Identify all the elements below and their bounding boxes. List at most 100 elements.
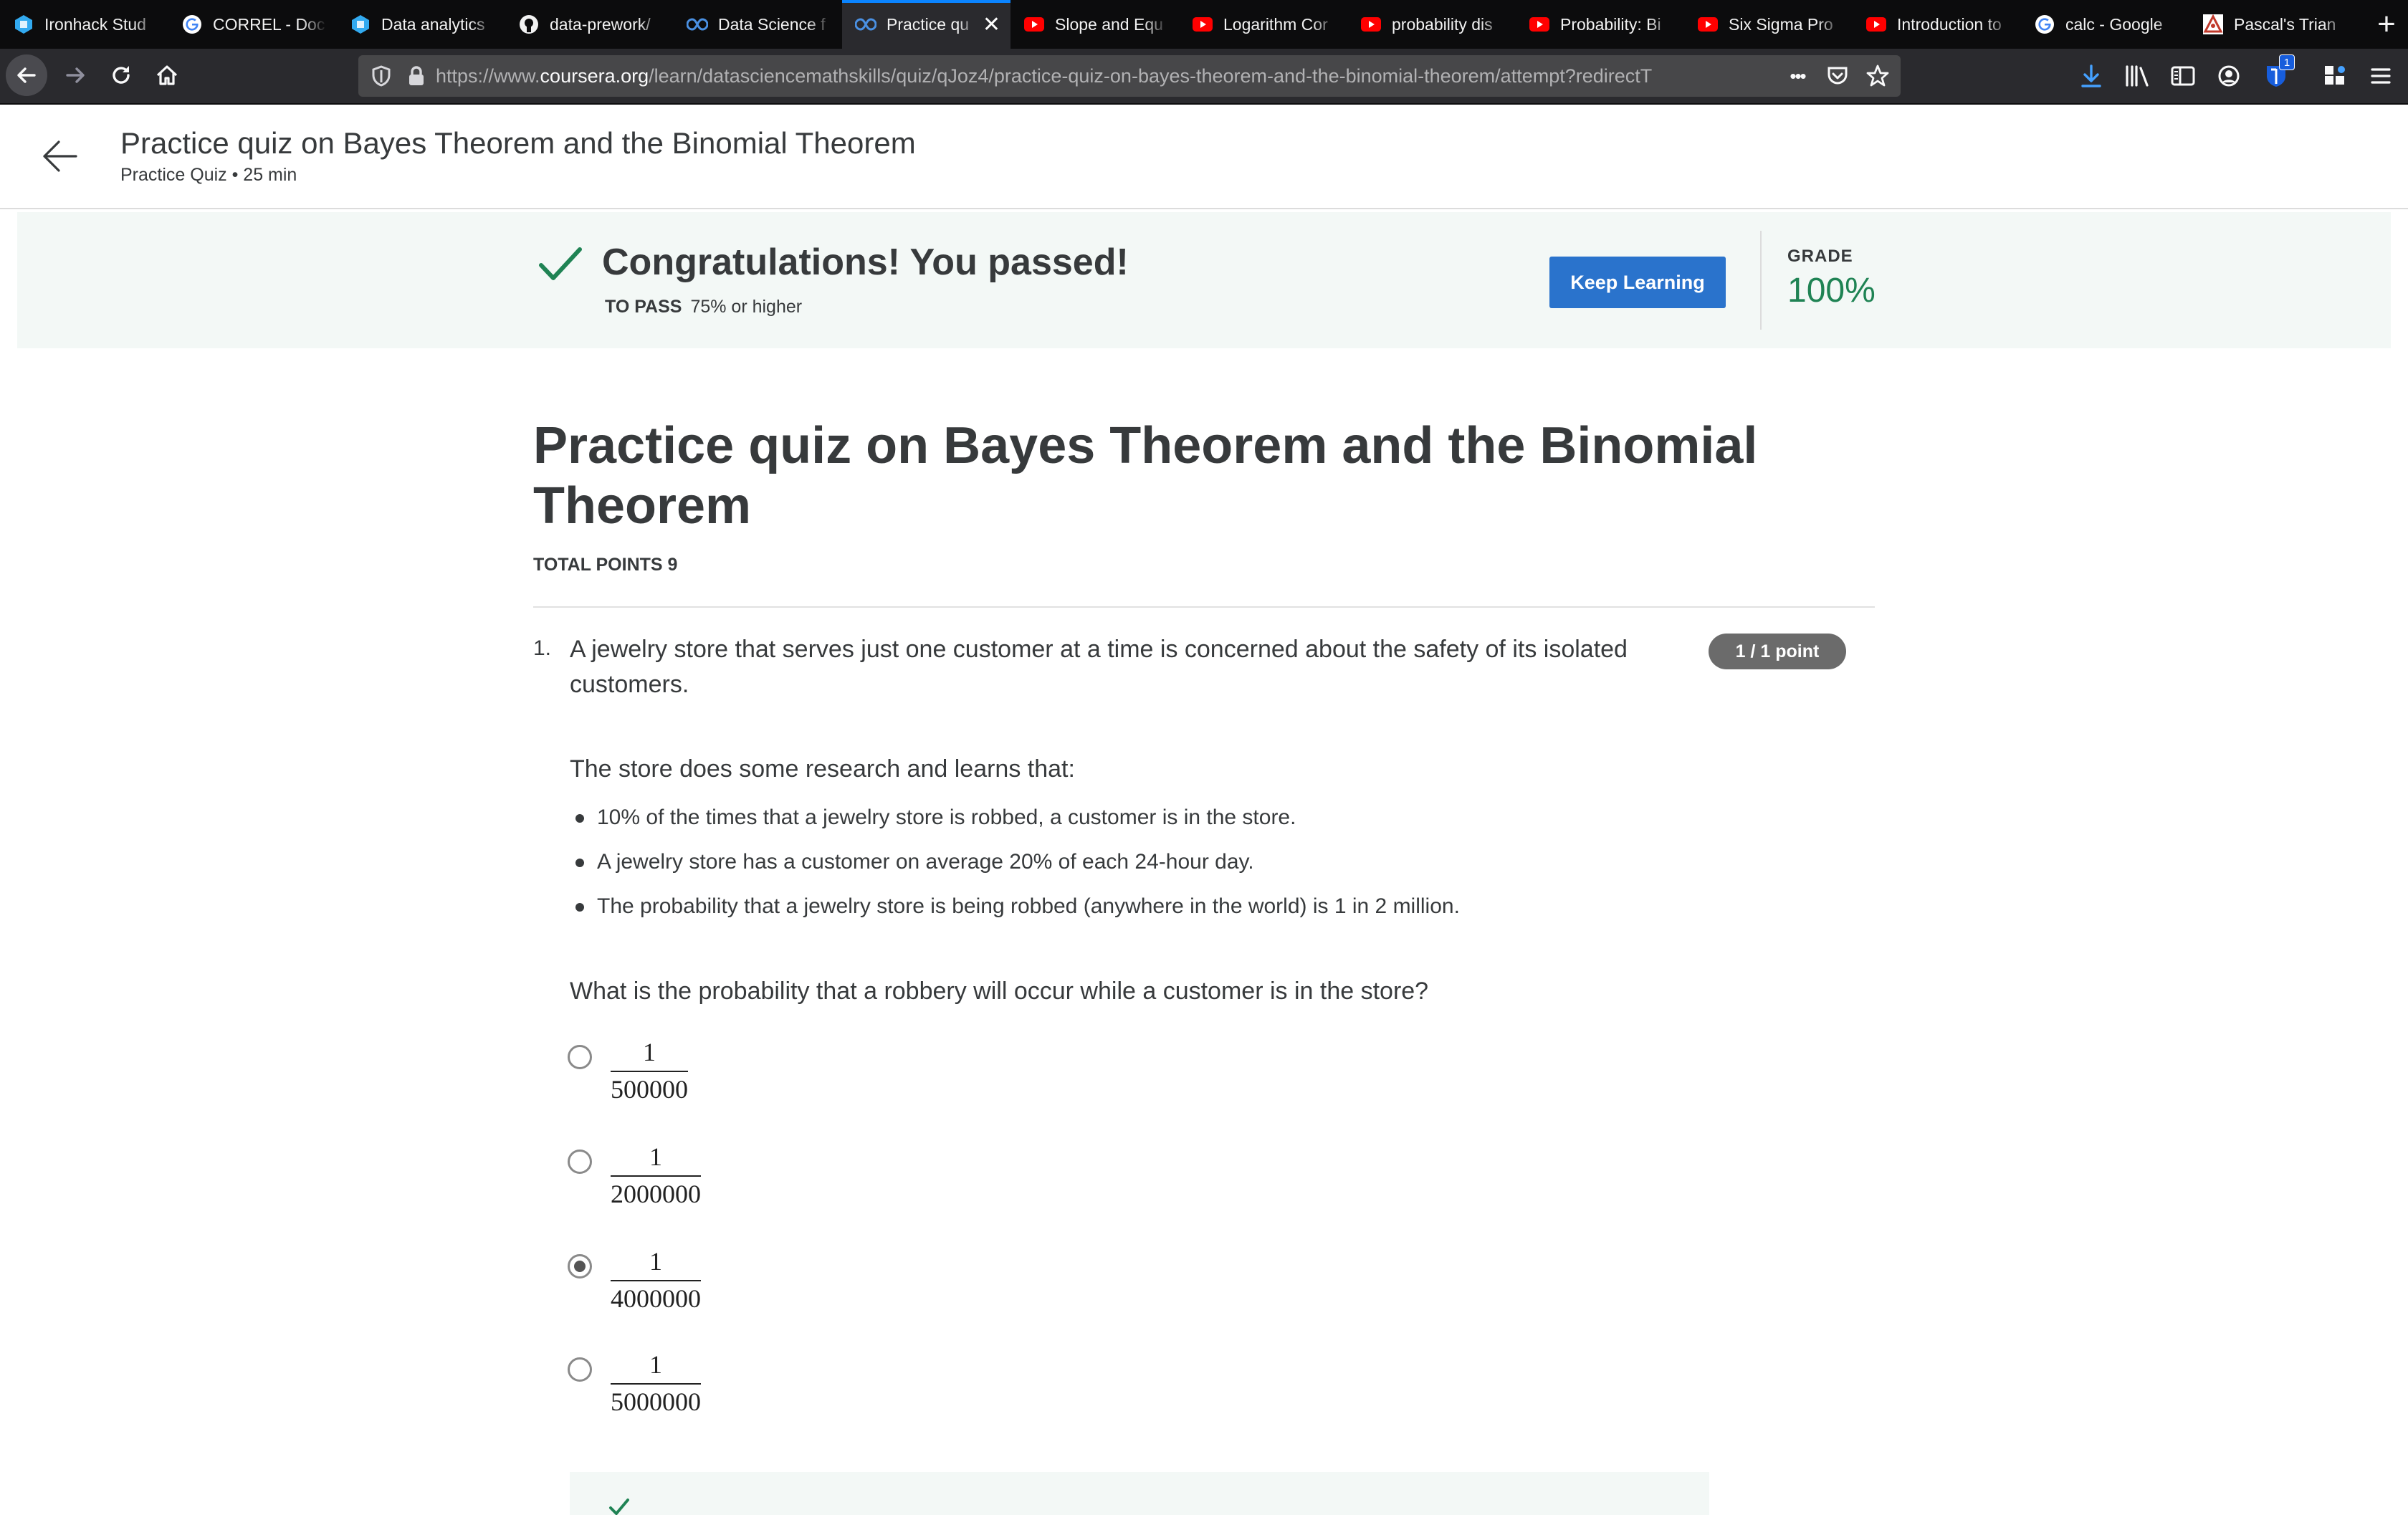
header-subtitle: Practice Quiz • 25 min bbox=[120, 165, 297, 185]
question-prompt: What is the probability that a robbery w… bbox=[570, 978, 1429, 1005]
browser-tab[interactable]: Logarithm Cor bbox=[1179, 0, 1347, 49]
lock-icon bbox=[409, 66, 424, 85]
list-item: The probability that a jewelry store is … bbox=[570, 894, 1460, 939]
grade-value: 100% bbox=[1787, 272, 1876, 310]
close-tab-icon[interactable]: ✕ bbox=[983, 12, 1000, 37]
browser-tab[interactable]: data-prework/ bbox=[505, 0, 674, 49]
back-to-course-button[interactable] bbox=[40, 136, 80, 176]
tab-label: Ironhack Stud bbox=[44, 14, 146, 34]
browser-tab[interactable]: probability dis bbox=[1347, 0, 1516, 49]
answer-option[interactable]: 1 2000000 bbox=[568, 1142, 701, 1208]
list-item: 10% of the times that a jewelry store is… bbox=[570, 806, 1460, 850]
tab-label: Slope and Equ bbox=[1055, 14, 1163, 34]
browser-tab[interactable]: Data Science f bbox=[674, 0, 842, 49]
question-number: 1. bbox=[533, 636, 552, 660]
youtube-icon bbox=[1192, 14, 1213, 35]
new-tab-button[interactable]: + bbox=[2365, 0, 2408, 49]
download-icon bbox=[2081, 64, 2101, 87]
radio-button-selected[interactable] bbox=[568, 1254, 592, 1279]
tab-label: Probability: Bi bbox=[1560, 14, 1661, 34]
fraction-numerator: 1 bbox=[649, 1350, 662, 1379]
question-text: A jewelry store that serves just one cus… bbox=[570, 636, 1628, 698]
check-icon bbox=[539, 247, 582, 280]
keep-learning-button[interactable]: Keep Learning bbox=[1549, 257, 1726, 308]
tab-label: data-prework/ bbox=[550, 14, 651, 34]
fraction-numerator: 1 bbox=[649, 1142, 662, 1171]
account-button[interactable] bbox=[2214, 62, 2243, 90]
browser-tab[interactable]: Six Sigma Pro bbox=[1684, 0, 1853, 49]
sidebar-button[interactable] bbox=[2169, 62, 2197, 90]
google-icon bbox=[181, 14, 203, 35]
url-bar[interactable]: https://www.coursera.org/learn/datascien… bbox=[358, 55, 1901, 97]
bullet-icon bbox=[575, 903, 584, 912]
fraction: 1 5000000 bbox=[611, 1350, 701, 1416]
divider bbox=[533, 606, 1875, 608]
fact-list: 10% of the times that a jewelry store is… bbox=[570, 806, 1460, 939]
tab-label: Data Science f bbox=[718, 14, 826, 34]
answer-option[interactable]: 1 500000 bbox=[568, 1038, 688, 1104]
browser-tab[interactable]: Probability: Bi bbox=[1516, 0, 1684, 49]
sidebar-icon bbox=[2171, 66, 2195, 86]
list-item: A jewelry store has a customer on averag… bbox=[570, 850, 1460, 894]
reload-button[interactable] bbox=[100, 54, 142, 96]
fraction-denominator: 2000000 bbox=[611, 1180, 701, 1208]
tab-label: probability dis bbox=[1392, 14, 1493, 34]
arrow-right-icon bbox=[66, 67, 85, 83]
browser-tab[interactable]: Introduction to bbox=[1853, 0, 2021, 49]
arrow-left-icon bbox=[43, 140, 77, 172]
browser-tab[interactable]: Data analytics bbox=[337, 0, 505, 49]
reload-icon bbox=[113, 66, 130, 84]
pocket-button[interactable] bbox=[1825, 63, 1850, 89]
youtube-icon bbox=[1865, 14, 1887, 35]
answer-option[interactable]: 1 5000000 bbox=[568, 1350, 701, 1416]
page-actions-button[interactable]: ••• bbox=[1784, 63, 1810, 89]
coursera-icon bbox=[855, 14, 876, 35]
shield-icon bbox=[372, 65, 391, 87]
youtube-icon bbox=[1529, 14, 1550, 35]
tab-label: calc - Google bbox=[2065, 14, 2163, 34]
browser-tab[interactable]: calc - Google bbox=[2021, 0, 2189, 49]
answer-option-selected[interactable]: 1 4000000 bbox=[568, 1247, 701, 1313]
bullet-icon bbox=[575, 859, 584, 867]
tab-label: CORREL - Doc bbox=[213, 14, 325, 34]
bookmark-star-button[interactable] bbox=[1865, 63, 1891, 89]
browser-tab-active[interactable]: Practice qu ✕ bbox=[842, 0, 1010, 49]
radio-button[interactable] bbox=[568, 1045, 592, 1069]
tab-label: Six Sigma Pro bbox=[1729, 14, 1833, 34]
grade-label: GRADE bbox=[1787, 247, 1853, 266]
pass-message: Congratulations! You passed! bbox=[602, 242, 1129, 283]
menu-button[interactable] bbox=[2366, 62, 2395, 90]
quiz-title: Practice quiz on Bayes Theorem and the B… bbox=[533, 417, 1758, 535]
fraction-numerator: 1 bbox=[649, 1247, 662, 1276]
tab-label: Data analytics bbox=[381, 14, 485, 34]
pass-requirement: TO PASS 75% or higher bbox=[605, 297, 802, 317]
radio-button[interactable] bbox=[568, 1150, 592, 1174]
fraction-numerator: 1 bbox=[643, 1038, 656, 1066]
tab-label: Practice qu bbox=[887, 14, 970, 34]
browser-tab[interactable]: Ironhack Stud bbox=[0, 0, 168, 49]
fraction-denominator: 5000000 bbox=[611, 1387, 701, 1416]
extensions-button[interactable] bbox=[2321, 62, 2349, 90]
coursera-icon bbox=[687, 14, 708, 35]
library-button[interactable] bbox=[2123, 62, 2151, 90]
to-pass-value: 75% or higher bbox=[690, 297, 803, 317]
radio-button[interactable] bbox=[568, 1357, 592, 1382]
browser-tab[interactable]: Pascal's Trian bbox=[2189, 0, 2358, 49]
arrow-left-icon bbox=[17, 67, 36, 83]
fraction-denominator: 500000 bbox=[611, 1075, 688, 1104]
browser-tab[interactable]: CORREL - Doc bbox=[168, 0, 337, 49]
browser-tab-strip: Ironhack Stud CORREL - Doc Data analytic… bbox=[0, 0, 2408, 49]
forward-button[interactable] bbox=[54, 54, 96, 96]
browser-tab[interactable]: Slope and Equ bbox=[1010, 0, 1179, 49]
home-button[interactable] bbox=[146, 54, 188, 96]
check-icon bbox=[609, 1499, 629, 1515]
back-button[interactable] bbox=[6, 54, 47, 96]
correct-feedback-box bbox=[570, 1472, 1709, 1515]
account-icon bbox=[2218, 65, 2240, 87]
fraction-denominator: 4000000 bbox=[611, 1284, 701, 1313]
downloads-button[interactable] bbox=[2077, 62, 2106, 90]
bitwarden-extension-button[interactable]: 1 bbox=[2262, 54, 2295, 90]
extension-badge: 1 bbox=[2279, 54, 2295, 70]
ironhack-icon bbox=[13, 14, 34, 35]
ironhack-icon bbox=[350, 14, 371, 35]
